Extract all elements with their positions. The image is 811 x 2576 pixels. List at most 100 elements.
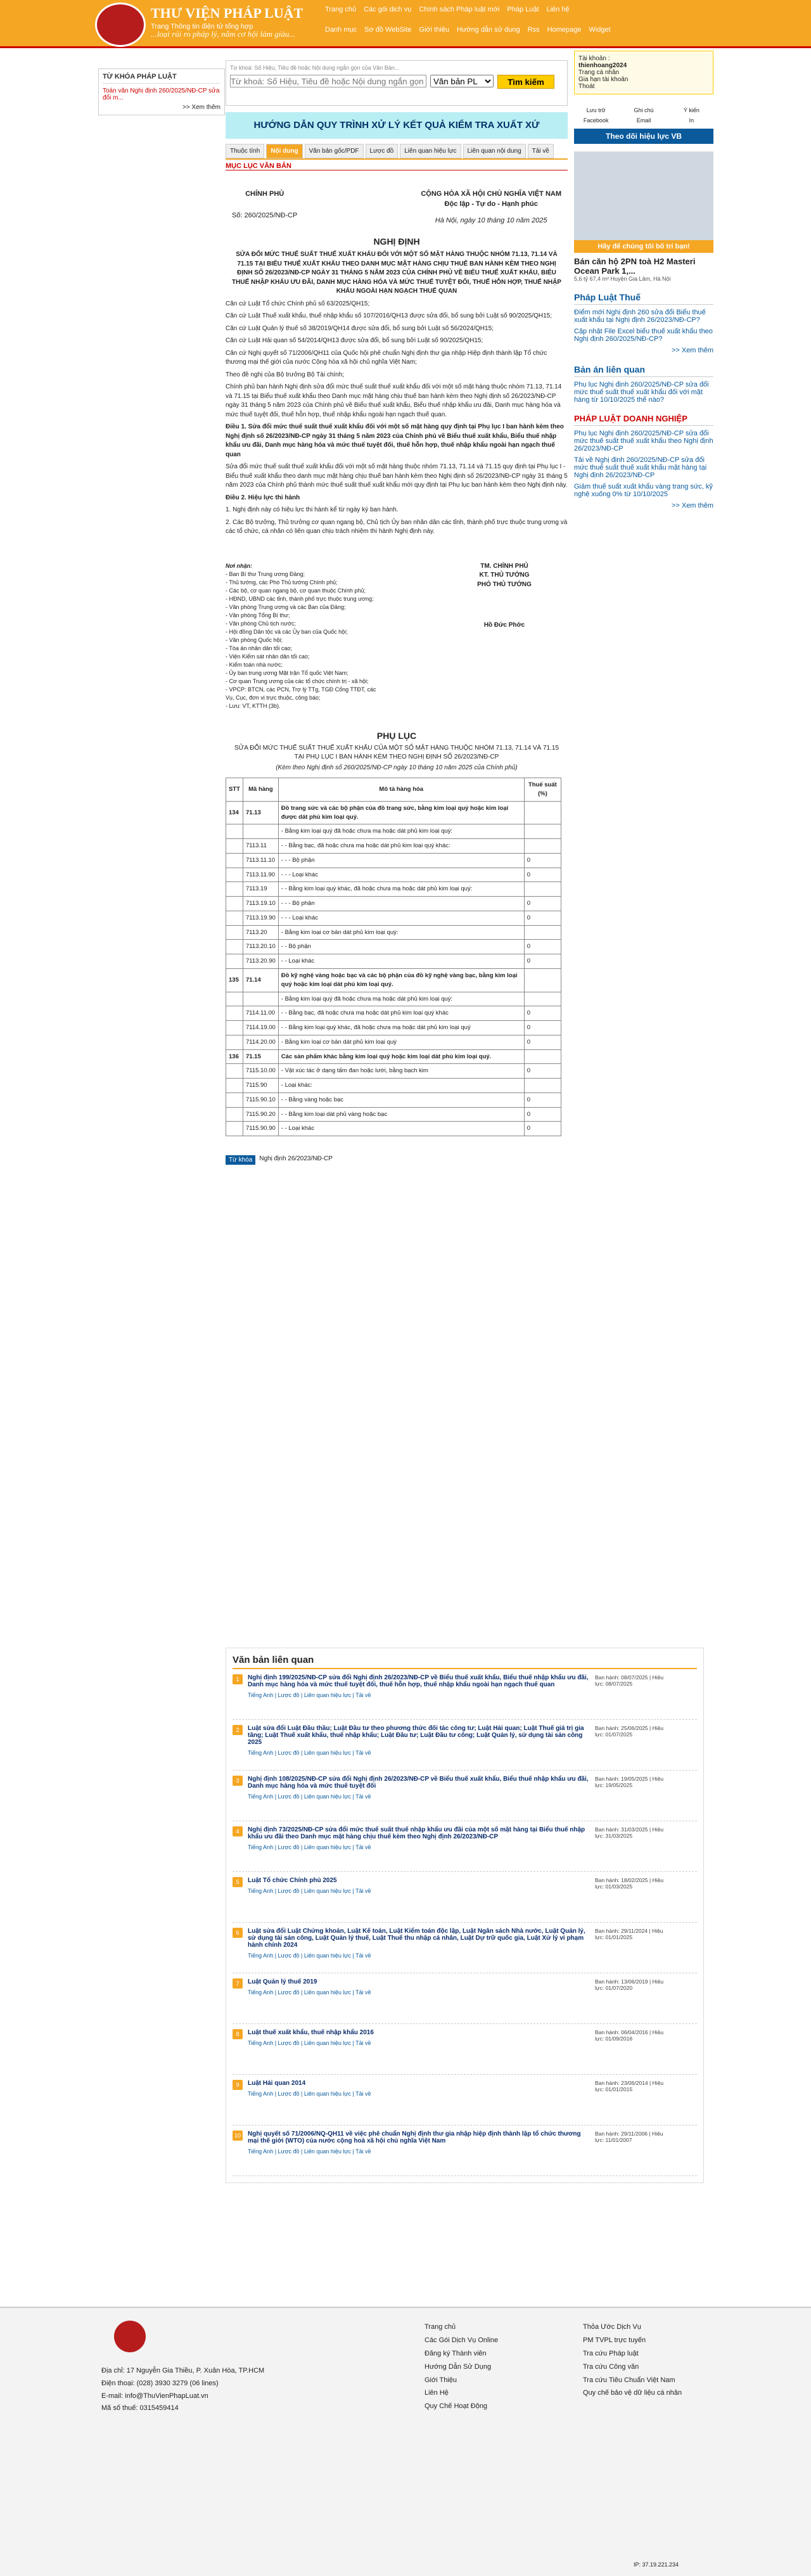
footer-link[interactable]: PM TVPL trực tuyến bbox=[583, 2334, 682, 2347]
related-link[interactable]: Nghị định 199/2025/NĐ-CP sửa đổi Nghị đị… bbox=[248, 1674, 590, 1688]
related-sublinks[interactable]: Tiếng Anh | Lược đồ | Liên quan hiệu lực… bbox=[248, 2040, 590, 2046]
keyword-tag[interactable]: Nghị định 26/2023/NĐ-CP bbox=[259, 1155, 333, 1165]
table-cell bbox=[523, 838, 562, 854]
business-more[interactable]: >> Xem thêm bbox=[574, 502, 713, 509]
footer-link[interactable]: Các Gói Dịch Vụ Online bbox=[425, 2334, 498, 2347]
related-sublinks[interactable]: Tiếng Anh | Lược đồ | Liên quan hiệu lực… bbox=[248, 1844, 590, 1850]
note-tool[interactable]: Ghi chú bbox=[622, 107, 665, 113]
related-sublinks[interactable]: Tiếng Anh | Lược đồ | Liên quan hiệu lực… bbox=[248, 1952, 590, 1959]
search-input[interactable] bbox=[230, 75, 426, 87]
footer-link[interactable]: Quy Chế Hoạt Động bbox=[425, 2400, 498, 2413]
related-number: 7 bbox=[233, 1978, 243, 1989]
site-logo[interactable] bbox=[95, 3, 146, 47]
nav-widget[interactable]: Widget bbox=[585, 24, 613, 35]
keyword-link[interactable]: Toán văn Nghị định 260/2025/NĐ-CP sửa đổ… bbox=[103, 87, 220, 101]
table-cell: 7115.90 bbox=[242, 1078, 279, 1093]
related-sublinks[interactable]: Tiếng Anh | Lược đồ | Liên quan hiệu lực… bbox=[248, 1989, 590, 1996]
footer-link[interactable]: Hướng Dẫn Sử Dụng bbox=[425, 2361, 498, 2374]
nav-law[interactable]: Pháp Luật bbox=[504, 4, 542, 18]
related-sublinks[interactable]: Tiếng Anh | Lược đồ | Liên quan hiệu lực… bbox=[248, 2091, 590, 2097]
footer-link[interactable]: Giới Thiệu bbox=[425, 2374, 498, 2387]
footer-link[interactable]: Quy chế bảo vệ dữ liệu cá nhân bbox=[583, 2387, 682, 2400]
footer-link[interactable]: Tra cứu Công văn bbox=[583, 2361, 682, 2374]
table-cell: 0 bbox=[523, 1092, 562, 1108]
related-link[interactable]: Luật sửa đổi Luật Chứng khoán, Luật Kế t… bbox=[248, 1928, 590, 1949]
related-link[interactable]: Luật Hải quan 2014 bbox=[248, 2080, 590, 2087]
related-sublinks[interactable]: Tiếng Anh | Lược đồ | Liên quan hiệu lực… bbox=[248, 2148, 590, 2155]
footer-link[interactable]: Liên Hệ bbox=[425, 2387, 498, 2400]
email-tool[interactable]: Email bbox=[622, 117, 665, 124]
table-row: 7114.19.00- - Bằng kim loại quý khác, đã… bbox=[226, 1020, 562, 1035]
footer-link[interactable]: Thỏa Ước Dịch Vụ bbox=[583, 2321, 682, 2334]
tax-more[interactable]: >> Xem thêm bbox=[574, 347, 713, 354]
doc-type-select[interactable]: Văn bản PL bbox=[430, 75, 494, 87]
related-link[interactable]: Luật sửa đổi Luật Đầu thầu; Luật Đầu tư … bbox=[248, 1725, 590, 1746]
tab-related-effect[interactable]: Liên quan hiệu lực bbox=[400, 144, 461, 158]
tab-attributes[interactable]: Thuộc tính bbox=[226, 144, 265, 158]
tab-original[interactable]: Văn bản gốc/PDF bbox=[304, 144, 364, 158]
nav-contact[interactable]: Liên hệ bbox=[544, 4, 573, 18]
related-sublinks[interactable]: Tiếng Anh | Lược đồ | Liên quan hiệu lực… bbox=[248, 1888, 590, 1894]
footer-link[interactable]: Tra cứu Tiêu Chuẩn Việt Nam bbox=[583, 2374, 682, 2387]
nav-policy[interactable]: Chính sách Pháp luật mới bbox=[416, 4, 502, 18]
tab-download[interactable]: Tải về bbox=[527, 144, 554, 158]
keyword-more[interactable]: >> Xem thêm bbox=[103, 104, 220, 111]
account-username[interactable]: thienhoang2024 bbox=[578, 62, 709, 69]
related-link[interactable]: Luật thuế xuất khẩu, thuế nhập khẩu 2016 bbox=[248, 2029, 590, 2036]
nav-rss[interactable]: Rss bbox=[525, 24, 543, 35]
article-1-title: Điều 1. Sửa đổi mức thuế suất thuế xuất … bbox=[226, 423, 564, 458]
business-link[interactable]: Giảm thuế suất xuất khẩu vàng trang sức,… bbox=[574, 483, 713, 498]
nav-sitemap[interactable]: Sơ đồ WebSite bbox=[361, 24, 414, 35]
comment-tool[interactable]: Ý kiến bbox=[670, 107, 713, 113]
related-sublinks[interactable]: Tiếng Anh | Lược đồ | Liên quan hiệu lực… bbox=[248, 1750, 590, 1756]
ad-image[interactable] bbox=[574, 151, 713, 240]
promo-banner[interactable]: HƯỚNG DẪN QUY TRÌNH XỬ LÝ KẾT QUẢ KIỂM T… bbox=[226, 112, 568, 139]
table-cell bbox=[523, 925, 562, 940]
table-cell: 71.15 bbox=[242, 1049, 279, 1065]
nav-guide[interactable]: Hướng dẫn sử dụng bbox=[454, 24, 523, 35]
toc-heading[interactable]: MỤC LỤC VĂN BẢN bbox=[226, 162, 568, 170]
tab-content[interactable]: Nội dung bbox=[266, 144, 303, 158]
nav-services[interactable]: Các gói dịch vụ bbox=[361, 4, 414, 18]
related-link[interactable]: Nghị quyết số 71/2006/NQ-QH11 về việc ph… bbox=[248, 2131, 590, 2144]
save-tool[interactable]: Lưu trữ bbox=[574, 107, 618, 113]
related-link[interactable]: Luật Quản lý thuế 2019 bbox=[248, 1978, 590, 1985]
doc-motto: Độc lập - Tự do - Hạnh phúc bbox=[444, 200, 538, 208]
doc-type: NGHỊ ĐỊNH bbox=[373, 236, 420, 247]
related-meta: Ban hành: 25/06/2025 | Hiệu lực: 01/07/2… bbox=[595, 1725, 664, 1738]
account-logout-link[interactable]: Thoát bbox=[578, 83, 709, 90]
print-tool[interactable]: In bbox=[670, 117, 713, 124]
nav-about[interactable]: Giới thiệu bbox=[416, 24, 452, 35]
facebook-tool[interactable]: Facebook bbox=[574, 117, 618, 124]
follow-button[interactable]: Theo dõi hiệu lực VB bbox=[574, 129, 713, 144]
tax-law-link[interactable]: Cập nhật File Excel biểu thuế xuất khẩu … bbox=[574, 328, 713, 343]
footer-email[interactable]: E-mail: info@ThuVienPhapLuat.vn bbox=[101, 2390, 264, 2403]
footer-link[interactable]: Trang chủ bbox=[425, 2321, 498, 2334]
recipient: - Hội đồng Dân tộc và các Ủy ban của Quố… bbox=[226, 628, 348, 635]
related-link[interactable]: Nghị định 73/2025/NĐ-CP sửa đổi mức thuế… bbox=[248, 1826, 590, 1840]
related-sublinks[interactable]: Tiếng Anh | Lược đồ | Liên quan hiệu lực… bbox=[248, 1793, 590, 1800]
tab-related-content[interactable]: Liên quan nội dung bbox=[463, 144, 526, 158]
ad-title[interactable]: Bán căn hộ 2PN toà H2 Masteri Ocean Park… bbox=[574, 257, 713, 276]
table-cell: Đồ trang sức và các bộ phận của đồ trang… bbox=[278, 800, 525, 825]
table-row: 7115.90.20- - Bằng kim loại dát phủ vàng… bbox=[226, 1106, 562, 1122]
nav-homepage[interactable]: Homepage bbox=[544, 24, 585, 35]
account-profile-link[interactable]: Trang cá nhân bbox=[578, 69, 709, 76]
footer-link[interactable]: Tra cứu Pháp luật bbox=[583, 2347, 682, 2361]
cases-link[interactable]: Phụ lục Nghị định 260/2025/NĐ-CP sửa đổi… bbox=[574, 381, 713, 404]
footer-link[interactable]: Đăng ký Thành viên bbox=[425, 2347, 498, 2361]
business-link[interactable]: Tải về Nghị định 260/2025/NĐ-CP sửa đổi … bbox=[574, 456, 713, 479]
document-body: CHÍNH PHỦ Số: 260/2025/NĐ-CP CỘNG HÒA XÃ … bbox=[226, 189, 568, 1137]
ad-cta[interactable]: Hãy để chúng tôi bố trí bạn! bbox=[574, 240, 713, 253]
business-link[interactable]: Phụ lục Nghị định 260/2025/NĐ-CP sửa đổi… bbox=[574, 430, 713, 452]
nav-catalog[interactable]: Danh mục bbox=[322, 24, 360, 35]
tax-law-link[interactable]: Điểm mới Nghị định 260 sửa đổi Biểu thuế… bbox=[574, 309, 713, 324]
account-renew-link[interactable]: Gia hạn tài khoản bbox=[578, 76, 709, 83]
search-button[interactable]: Tìm kiếm bbox=[497, 75, 554, 89]
related-link[interactable]: Luật Tổ chức Chính phủ 2025 bbox=[248, 1877, 590, 1884]
nav-home[interactable]: Trang chủ bbox=[322, 4, 359, 18]
recipient: - Kiểm toán nhà nước; bbox=[226, 662, 283, 669]
related-sublinks[interactable]: Tiếng Anh | Lược đồ | Liên quan hiệu lực… bbox=[248, 1692, 590, 1698]
tab-diagram[interactable]: Lược đồ bbox=[365, 144, 399, 158]
related-link[interactable]: Nghị định 108/2025/NĐ-CP sửa đổi Nghị đị… bbox=[248, 1776, 590, 1790]
